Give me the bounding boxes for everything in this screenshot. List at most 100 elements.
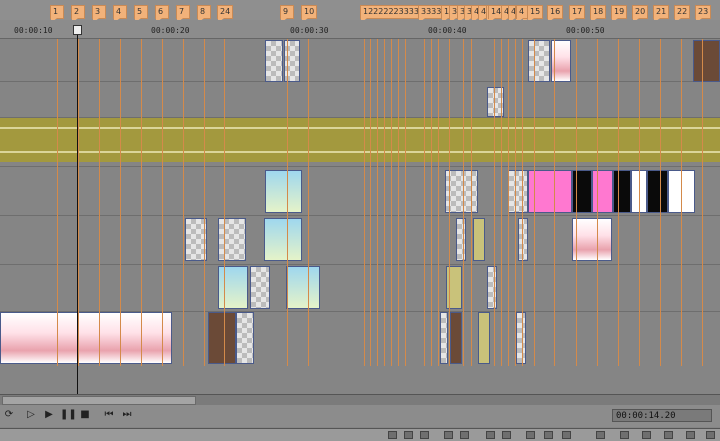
play-icon[interactable]: ▶ [42,408,56,422]
video-clip[interactable] [518,218,528,261]
video-clip[interactable] [592,170,613,213]
video-clip[interactable] [218,218,246,261]
tool-icon[interactable] [562,431,571,439]
marker[interactable]: 1 [50,5,64,23]
tool-icon[interactable] [404,431,413,439]
time-ruler[interactable]: 00:00:10 00:00:20 00:00:30 00:00:40 00:0… [0,20,720,39]
tool-icon[interactable] [502,431,511,439]
video-clip[interactable] [647,170,668,213]
video-clip[interactable] [516,312,526,364]
marker[interactable]: 7 [176,5,190,23]
marker-line [449,39,450,366]
video-clip[interactable] [572,170,592,213]
video-clip[interactable] [572,218,612,261]
marker-line [364,39,365,366]
horizontal-scrollbar[interactable] [0,394,720,405]
stop-icon[interactable]: ■ [78,408,92,422]
prev-frame-icon[interactable]: ⏮ [102,408,116,422]
video-clip[interactable] [264,218,302,261]
marker-bar[interactable]: 1 2 3 4 5 6 7 8 24 9 10 12222223333 3333… [0,0,720,23]
loop-icon[interactable]: ⟳ [2,408,16,422]
playhead-handle[interactable] [73,25,82,35]
tool-icon[interactable] [596,431,605,439]
marker[interactable]: 23 [695,5,712,23]
marker[interactable]: 22 [674,5,691,23]
marker[interactable]: 16 [547,5,564,23]
waveform-channel [0,151,720,153]
video-clip[interactable] [265,170,302,213]
tool-icon[interactable] [420,431,429,439]
video-track-2[interactable] [0,82,720,118]
marker-line [424,39,425,366]
video-clip[interactable] [450,312,462,364]
video-clip[interactable] [487,266,497,309]
marker[interactable]: 10 [301,5,318,23]
marker-line [405,39,406,366]
video-track-1[interactable] [0,39,720,82]
video-clip[interactable] [613,170,631,213]
tool-icon[interactable] [526,431,535,439]
tool-icon[interactable] [388,431,397,439]
marker[interactable]: 17 [569,5,586,23]
pause-icon[interactable]: ❚❚ [60,408,77,422]
tool-icon[interactable] [620,431,629,439]
marker[interactable]: 15 [527,5,544,23]
marker[interactable]: 19 [611,5,628,23]
marker[interactable]: 18 [590,5,607,23]
video-track-6[interactable] [0,312,720,366]
video-clip[interactable] [218,266,248,309]
video-clip[interactable] [456,218,466,261]
tool-icon[interactable] [444,431,453,439]
marker[interactable]: 9 [280,5,294,23]
tool-icon[interactable] [486,431,495,439]
video-editor-timeline: 1 2 3 4 5 6 7 8 24 9 10 12222223333 3333… [0,0,720,441]
tool-icon[interactable] [460,431,469,439]
video-clip[interactable] [236,312,254,364]
tool-icon[interactable] [664,431,673,439]
video-clip[interactable] [508,170,528,213]
video-clip[interactable] [286,266,320,309]
video-clip[interactable] [440,312,448,364]
marker-line [618,39,619,366]
marker[interactable]: 24 [217,5,234,23]
marker-line [639,39,640,366]
marker[interactable]: 4 [113,5,127,23]
track-area[interactable] [0,39,720,366]
tool-icon[interactable] [642,431,651,439]
marker[interactable]: 2 [71,5,85,23]
marker-line [471,39,472,366]
audio-waveform[interactable] [0,118,720,162]
play-from-start-icon[interactable]: ▷ [24,408,38,422]
marker-line [660,39,661,366]
marker[interactable]: 21 [653,5,670,23]
video-clip[interactable] [250,266,270,309]
video-clip[interactable] [0,312,172,364]
marker[interactable]: 12222223333 [360,5,422,23]
marker[interactable]: 6 [155,5,169,23]
marker-line [554,39,555,366]
tool-icon[interactable] [686,431,695,439]
marker[interactable]: 5 [134,5,148,23]
video-clip[interactable] [473,218,485,261]
audio-track[interactable] [0,118,720,167]
next-frame-icon[interactable]: ⏭ [120,408,134,422]
marker-line [431,39,432,366]
marker[interactable]: 3 [92,5,106,23]
video-clip[interactable] [265,40,283,82]
marker[interactable]: 20 [632,5,649,23]
video-clip[interactable] [208,312,236,364]
marker-line [522,39,523,366]
video-clip[interactable] [693,40,720,82]
tool-icon[interactable] [706,431,715,439]
marker-line [681,39,682,366]
video-clip[interactable] [528,40,550,82]
current-time-display: 00:00:14.20 [612,409,712,422]
timecode-label: 00:00:10 [14,26,53,35]
tool-icon[interactable] [544,431,553,439]
video-track-3[interactable] [0,167,720,216]
scrollbar-thumb[interactable] [2,396,196,405]
marker[interactable]: 8 [197,5,211,23]
video-clip[interactable] [478,312,490,364]
video-track-4[interactable] [0,216,720,265]
video-track-5[interactable] [0,265,720,312]
